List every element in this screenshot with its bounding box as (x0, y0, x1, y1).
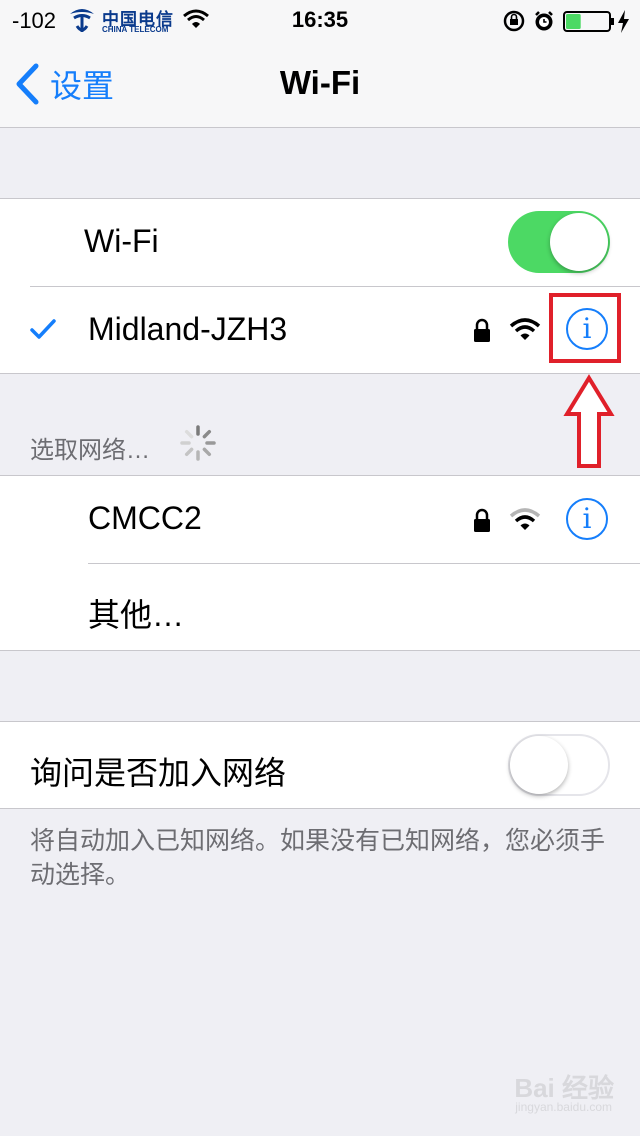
ask-join-row: 询问是否加入网络 (0, 722, 640, 809)
loading-spinner-icon (180, 425, 216, 461)
orientation-lock-icon (503, 10, 525, 32)
battery-icon (563, 11, 614, 32)
wifi-toggle-label: Wi-Fi (84, 223, 159, 259)
baidu-watermark: Bai 经验 jingyan.baidu.com (474, 1064, 614, 1114)
ask-join-label: 询问是否加入网络 (30, 755, 287, 791)
up-arrow-annotation-icon (563, 374, 615, 468)
checkmark-icon (30, 319, 56, 339)
toggle-knob (550, 213, 608, 271)
ask-join-group: 询问是否加入网络 (0, 721, 640, 809)
lock-icon (474, 318, 490, 342)
charging-icon (618, 10, 629, 33)
toggle-knob (510, 736, 568, 794)
connected-network-name: Midland-JZH3 (88, 311, 288, 347)
networks-group: CMCC2 i 其他… (0, 475, 640, 651)
status-icons (502, 7, 632, 35)
highlight-box (549, 293, 621, 363)
wifi-group: Wi-Fi Midland-JZH3 i (0, 198, 640, 374)
wifi-toggle[interactable] (508, 211, 610, 273)
wifi-strength-icon (509, 508, 541, 530)
ask-join-footer: 将自动加入已知网络。如果没有已知网络，您必须手动选择。 (30, 827, 606, 889)
network-name: CMCC2 (88, 500, 202, 536)
alarm-icon (535, 11, 553, 31)
wifi-strength-icon (509, 318, 541, 340)
other-network-row[interactable]: 其他… (0, 564, 640, 651)
wifi-toggle-row: Wi-Fi (0, 199, 640, 286)
status-bar: -102 中国电信 CHINA TELECOM 16:35 (0, 0, 640, 40)
navigation-bar: 设置 Wi-Fi (0, 40, 640, 128)
other-network-label: 其他… (88, 597, 185, 633)
page-title: Wi-Fi (279, 64, 361, 101)
choose-network-header: 选取网络… (30, 437, 150, 464)
connected-network-row[interactable]: Midland-JZH3 i (0, 287, 640, 374)
watermark-url: jingyan.baidu.com (515, 1100, 612, 1114)
network-info-icon[interactable]: i (566, 498, 608, 540)
lock-icon (474, 508, 490, 532)
ask-join-toggle[interactable] (508, 734, 610, 796)
network-row-cmcc2[interactable]: CMCC2 i (0, 476, 640, 563)
